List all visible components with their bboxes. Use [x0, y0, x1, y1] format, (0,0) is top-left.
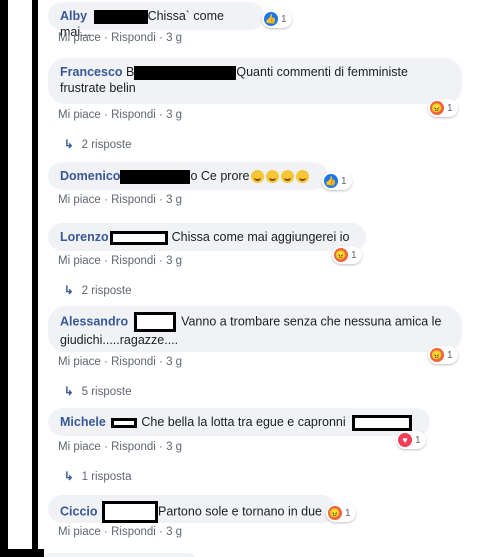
like-link[interactable]: Mi piace — [58, 255, 101, 267]
angry-face-icon: 😠 — [430, 101, 444, 115]
redacted-name — [134, 65, 237, 80]
reply-arrow-icon: ↳ — [64, 386, 74, 398]
comment-actions: Mi piace · Rispondi · 3 g — [58, 526, 183, 538]
reaction-summary[interactable]: 😠 1 — [428, 346, 458, 364]
angry-face-icon: 😠 — [430, 348, 444, 362]
reaction-summary[interactable]: 😠 1 — [326, 504, 356, 522]
reply-link[interactable]: Rispondi — [111, 526, 156, 538]
comments-screenshot: Alby Chissa` come mai... 👍 1 Mi piace · R… — [0, 0, 480, 557]
like-link[interactable]: Mi piace — [58, 194, 101, 206]
comment-time[interactable]: 3 g — [166, 441, 182, 453]
comment-actions: Mi piace · Rispondi · 3 g — [58, 356, 183, 368]
comment-text: Chissa come mai aggiungerei io — [171, 230, 350, 244]
comment-actions: Mi piace · Rispondi · 3 g — [58, 194, 183, 206]
laughing-emoji-icon — [265, 170, 279, 184]
reply-link[interactable]: Rispondi — [111, 441, 156, 453]
redacted-name — [120, 169, 191, 184]
like-link[interactable]: Mi piace — [58, 526, 101, 538]
left-border — [0, 0, 8, 557]
reply-link[interactable]: Rispondi — [111, 194, 156, 206]
laughing-emoji-icon — [295, 170, 309, 184]
reply-link[interactable]: Rispondi — [111, 255, 156, 267]
comment-actions: Mi piace · Rispondi · 3 g — [58, 32, 183, 44]
view-replies-link[interactable]: ↳ 5 risposte — [64, 384, 132, 398]
redacted-name — [352, 414, 413, 431]
comment-bubble: Michele Che bella la lotta tra egue e ca… — [48, 408, 430, 436]
comment-time[interactable]: 3 g — [166, 109, 182, 121]
comment-author[interactable]: Lorenzo — [60, 230, 109, 244]
comment-bubble: Francesco B Quanti commenti di femministe… — [48, 58, 462, 104]
comment-author[interactable]: Ciccio — [60, 504, 98, 518]
comment-text: Ce prore — [200, 169, 250, 183]
reply-link[interactable]: Rispondi — [111, 32, 156, 44]
left-border-foot — [0, 549, 44, 557]
reaction-summary[interactable]: 👍 1 — [262, 10, 292, 28]
like-link[interactable]: Mi piace — [58, 356, 101, 368]
comment-time[interactable]: 3 g — [166, 32, 182, 44]
redacted-name — [102, 501, 158, 523]
comment-actions: Mi piace · Rispondi · 3 g — [58, 441, 183, 453]
comment-time[interactable]: 3 g — [166, 356, 182, 368]
comment-time[interactable]: 3 g — [166, 526, 182, 538]
reply-link[interactable]: Rispondi — [111, 109, 156, 121]
laughing-emoji-icon — [250, 170, 264, 184]
comment-author[interactable]: Francesco — [60, 65, 123, 79]
redacted-name — [109, 230, 168, 245]
thumbs-up-icon: 👍 — [324, 174, 338, 188]
reaction-summary[interactable]: 👍 1 — [322, 172, 352, 190]
comment-actions: Mi piace · Rispondi · 3 g — [58, 255, 183, 267]
comment-bubble: Ciccio Partono sole e tornano in due — [48, 495, 336, 523]
reply-link[interactable]: Rispondi — [111, 356, 156, 368]
comment-text: Che bella la lotta tra egue e capronni — [141, 415, 346, 429]
thumbs-up-icon: 👍 — [264, 12, 278, 26]
comment-bubble: Alessandro Vanno a trombare senza che ne… — [48, 306, 462, 352]
reaction-summary[interactable]: 😠 1 — [428, 99, 458, 117]
comment-time[interactable]: 3 g — [166, 194, 182, 206]
comment-time[interactable]: 3 g — [166, 255, 182, 267]
laughing-emoji-icon — [280, 170, 294, 184]
reply-arrow-icon: ↳ — [64, 139, 74, 151]
angry-face-icon: 😠 — [334, 248, 348, 262]
comment-text: Partono sole e tornano in due — [158, 504, 323, 519]
view-replies-link[interactable]: ↳ 2 risposte — [64, 137, 132, 151]
like-link[interactable]: Mi piace — [58, 32, 101, 44]
reaction-summary[interactable]: ♥ 1 — [396, 431, 426, 449]
comment-actions: Mi piace · Rispondi · 3 g — [58, 109, 183, 121]
heart-icon: ♥ — [398, 433, 412, 447]
reaction-summary[interactable]: 😠 1 — [332, 246, 362, 264]
comment-bubble: Domenico o Ce prore — [48, 162, 328, 190]
redacted-name — [93, 9, 148, 24]
comment-author[interactable]: Michele — [60, 415, 106, 429]
redacted-name — [133, 312, 176, 332]
reply-arrow-icon: ↳ — [64, 285, 74, 297]
view-replies-link[interactable]: ↳ 1 risposta — [64, 469, 132, 483]
left-column — [8, 0, 38, 557]
next-comment-bubble-edge — [44, 553, 194, 557]
comment-author[interactable]: Domenico — [60, 169, 120, 183]
comment-author[interactable]: Alby — [60, 9, 87, 23]
reply-arrow-icon: ↳ — [64, 471, 74, 483]
like-link[interactable]: Mi piace — [58, 441, 101, 453]
comment-bubble: Lorenzo Chissa come mai aggiungerei io — [48, 223, 366, 251]
comment-author[interactable]: Alessandro — [60, 314, 128, 328]
like-link[interactable]: Mi piace — [58, 109, 101, 121]
view-replies-link[interactable]: ↳ 2 risposte — [64, 283, 132, 297]
angry-face-icon: 😠 — [328, 506, 342, 520]
redacted-name — [111, 417, 138, 428]
comment-bubble: Alby Chissa` come mai... — [48, 2, 264, 39]
